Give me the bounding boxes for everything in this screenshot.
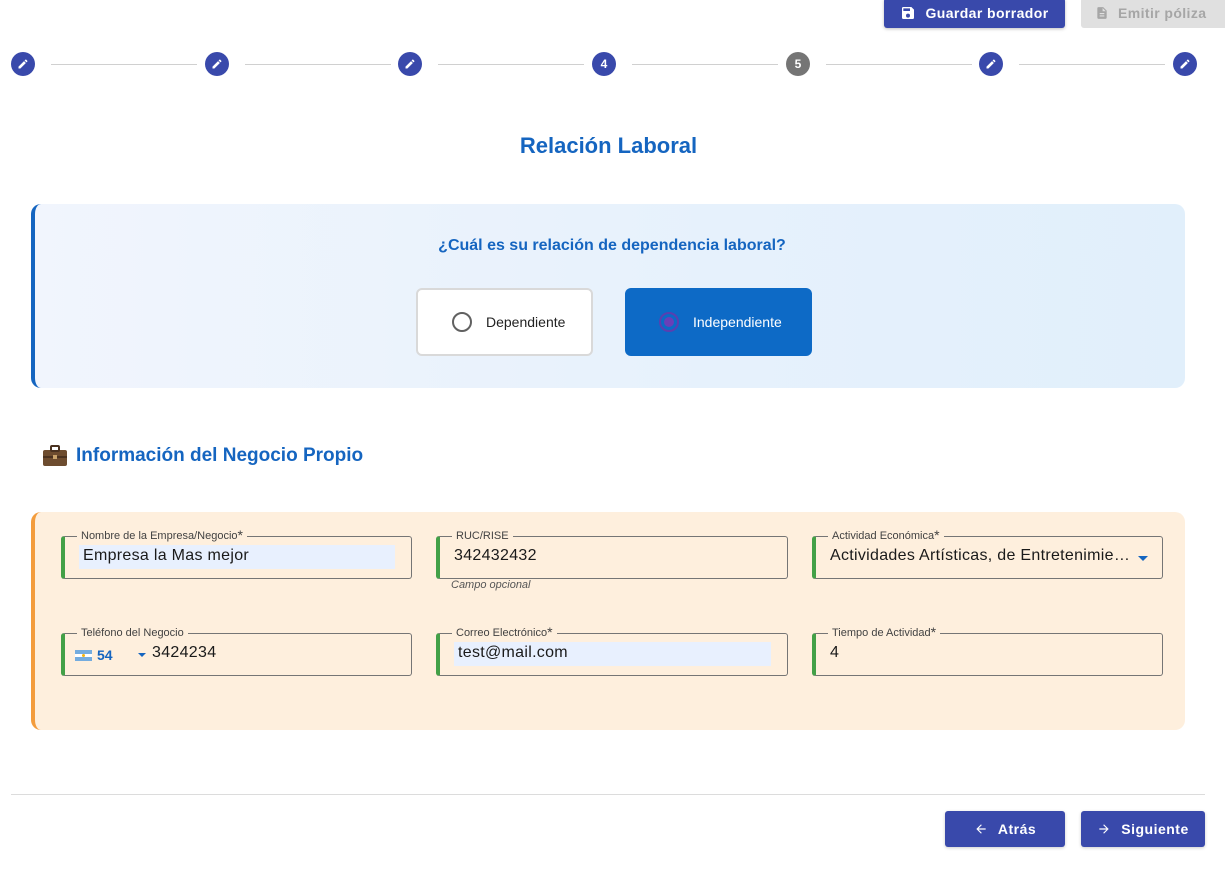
emit-policy-button[interactable]: Emitir póliza [1081,0,1225,28]
step-1[interactable] [11,52,35,76]
pencil-icon [405,59,415,69]
step-number: 5 [794,57,802,71]
footer-divider [11,794,1205,795]
business-info-card: Nombre de la Empresa/Negocio* Empresa la… [31,512,1185,730]
business-phone-input[interactable]: 3424234 [152,644,216,662]
option-dependiente[interactable]: Dependiente [416,288,593,356]
activity-time-label: Tiempo de Actividad* [828,625,941,640]
document-icon [1097,7,1107,19]
step-4[interactable]: 4 [592,52,616,76]
radio-unchecked-icon [452,312,472,332]
step-connector [632,64,778,65]
step-connector [1019,64,1165,65]
email-label: Correo Electrónico* [452,625,557,640]
step-7[interactable] [1173,52,1197,76]
email-field[interactable]: Correo Electrónico* test@mail.com [436,625,788,676]
pencil-icon [18,59,28,69]
step-number: 4 [600,57,608,71]
business-section-title: Información del Negocio Propio [42,445,363,467]
option-label: Independiente [693,314,782,330]
save-draft-label: Guardar borrador [925,5,1049,21]
next-label: Siguiente [1121,821,1189,837]
stepper: 4 5 [0,52,1225,78]
back-label: Atrás [997,821,1037,837]
step-6[interactable] [979,52,1003,76]
flag-icon [75,649,92,661]
step-3[interactable] [398,52,422,76]
business-phone-label: Teléfono del Negocio [77,626,188,640]
save-icon [902,7,915,19]
business-phone-field[interactable]: Teléfono del Negocio 54 3424234 [61,626,412,676]
step-2[interactable] [205,52,229,76]
briefcase-icon [43,445,67,466]
company-name-label: Nombre de la Empresa/Negocio* [77,528,247,543]
email-input[interactable]: test@mail.com [454,642,771,666]
economic-activity-label: Actividad Económica* [828,528,944,543]
radio-checked-icon [659,312,679,332]
next-button[interactable]: Siguiente [1081,811,1205,847]
activity-time-input[interactable]: 4 [830,644,839,662]
step-connector [826,64,972,65]
ruc-label: RUC/RISE [452,529,513,543]
chevron-down-icon[interactable] [1138,556,1148,561]
step-connector [438,64,584,65]
option-label: Dependiente [486,314,566,330]
company-name-field[interactable]: Nombre de la Empresa/Negocio* Empresa la… [61,528,412,579]
ruc-helper-text: Campo opcional [451,579,531,591]
pencil-icon [986,59,996,69]
activity-time-field[interactable]: Tiempo de Actividad* 4 [812,625,1163,676]
step-connector [245,64,391,65]
country-code-select[interactable]: 54 [75,647,146,663]
chevron-down-icon [137,653,146,657]
emit-policy-label: Emitir póliza [1118,5,1207,21]
step-5[interactable]: 5 [786,52,810,76]
pencil-icon [212,59,222,69]
arrow-left-icon [976,824,986,834]
relation-question: ¿Cuál es su relación de dependencia labo… [438,237,786,254]
step-connector [51,64,197,65]
economic-activity-select[interactable]: Actividad Económica* Actividades Artísti… [812,528,1163,579]
arrow-right-icon [1099,824,1109,834]
company-name-input[interactable]: Empresa la Mas mejor [79,545,395,569]
ruc-field[interactable]: RUC/RISE 342432432 [436,529,788,579]
page-title: Relación Laboral [519,133,698,158]
country-code: 54 [97,647,113,663]
save-draft-button[interactable]: Guardar borrador [884,0,1065,28]
pencil-icon [1180,59,1190,69]
economic-activity-value: Actividades Artísticas, de Entretenimie… [830,547,1131,564]
back-button[interactable]: Atrás [945,811,1065,847]
business-section-label: Información del Negocio Propio [76,445,364,466]
employment-relation-card: ¿Cuál es su relación de dependencia labo… [31,204,1185,388]
option-independiente[interactable]: Independiente [625,288,812,356]
ruc-input[interactable]: 342432432 [454,547,537,565]
